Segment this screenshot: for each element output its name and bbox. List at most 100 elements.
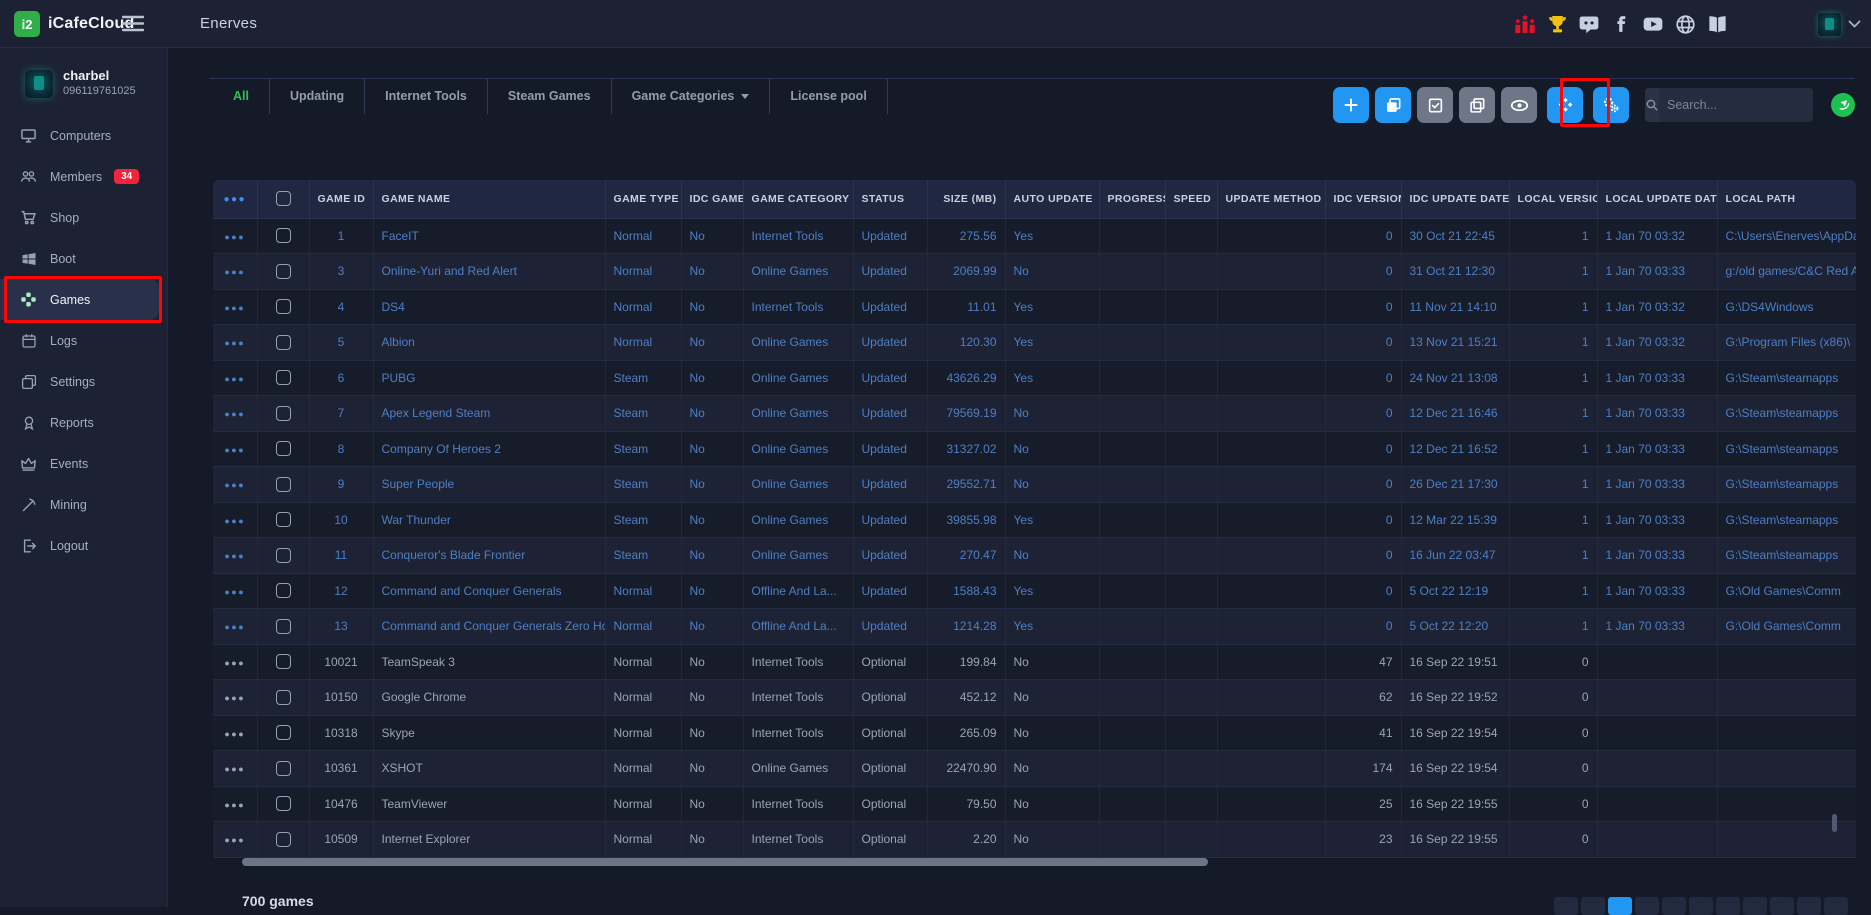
pagination-page[interactable] bbox=[1635, 897, 1659, 915]
table-row[interactable]: ●●●10War ThunderSteamNoOnline GamesUpdat… bbox=[213, 502, 1856, 538]
row-checkbox[interactable] bbox=[276, 832, 291, 847]
pagination-page[interactable] bbox=[1581, 897, 1605, 915]
row-checkbox[interactable] bbox=[276, 264, 291, 279]
column-header-progress[interactable]: PROGRESS bbox=[1099, 180, 1165, 218]
tab-internet-tools[interactable]: Internet Tools bbox=[365, 79, 488, 114]
sidebar-item-logs[interactable]: Logs bbox=[0, 320, 159, 361]
table-row[interactable]: ●●●10318SkypeNormalNoInternet ToolsOptio… bbox=[213, 715, 1856, 751]
pagination-page[interactable] bbox=[1689, 897, 1713, 915]
table-row[interactable]: ●●●10150Google ChromeNormalNoInternet To… bbox=[213, 680, 1856, 716]
row-actions-menu[interactable]: ●●● bbox=[213, 325, 257, 361]
select-all-checkbox[interactable] bbox=[276, 191, 291, 206]
trophy-icon[interactable] bbox=[1546, 13, 1568, 35]
row-checkbox[interactable] bbox=[276, 335, 291, 350]
cell-game_name[interactable]: Online-Yuri and Red Alert bbox=[373, 254, 605, 290]
row-actions-menu[interactable]: ●●● bbox=[213, 715, 257, 751]
tab-updating[interactable]: Updating bbox=[270, 79, 365, 114]
table-row[interactable]: ●●●3Online-Yuri and Red AlertNormalNoOnl… bbox=[213, 254, 1856, 290]
tab-license-pool[interactable]: License pool bbox=[770, 79, 887, 114]
guide-book-icon[interactable] bbox=[1706, 13, 1728, 35]
youtube-icon[interactable] bbox=[1642, 13, 1664, 35]
pagination-page[interactable] bbox=[1554, 897, 1578, 915]
sidebar-item-settings[interactable]: Settings bbox=[0, 361, 159, 402]
pagination-page[interactable] bbox=[1770, 897, 1794, 915]
tab-all[interactable]: All bbox=[213, 79, 270, 114]
column-header-auto_update[interactable]: AUTO UPDATE bbox=[1005, 180, 1099, 218]
vertical-scrollbar[interactable] bbox=[1832, 814, 1837, 832]
header-actions[interactable]: ●●● bbox=[213, 180, 257, 218]
row-actions-menu[interactable]: ●●● bbox=[213, 786, 257, 822]
column-header-local_update_date[interactable]: LOCAL UPDATE DATE bbox=[1597, 180, 1717, 218]
column-header-local_version[interactable]: LOCAL VERSION bbox=[1509, 180, 1597, 218]
column-header-idc_update_date[interactable]: IDC UPDATE DATE bbox=[1401, 180, 1509, 218]
table-row[interactable]: ●●●5AlbionNormalNoOnline GamesUpdated120… bbox=[213, 325, 1856, 361]
cell-game_name[interactable]: Albion bbox=[373, 325, 605, 361]
row-actions-menu[interactable]: ●●● bbox=[213, 360, 257, 396]
cell-game_name[interactable]: Super People bbox=[373, 467, 605, 503]
menu-toggle-icon[interactable] bbox=[122, 15, 144, 32]
facebook-icon[interactable] bbox=[1610, 13, 1632, 35]
search-input[interactable] bbox=[1659, 98, 1836, 112]
column-header-game_name[interactable]: GAME NAME bbox=[373, 180, 605, 218]
add-button[interactable] bbox=[1333, 87, 1369, 123]
sidebar-item-boot[interactable]: Boot bbox=[0, 238, 159, 279]
row-checkbox[interactable] bbox=[276, 441, 291, 456]
row-checkbox[interactable] bbox=[276, 761, 291, 776]
row-actions-menu[interactable]: ●●● bbox=[213, 822, 257, 858]
sidebar-item-logout[interactable]: Logout bbox=[0, 525, 159, 566]
table-row[interactable]: ●●●6PUBGSteamNoOnline GamesUpdated43626.… bbox=[213, 360, 1856, 396]
column-header-game_id[interactable]: GAME ID bbox=[309, 180, 373, 218]
duplicate-button[interactable] bbox=[1459, 87, 1495, 123]
pagination-page[interactable] bbox=[1824, 897, 1848, 915]
row-checkbox[interactable] bbox=[276, 725, 291, 740]
row-actions-menu[interactable]: ●●● bbox=[213, 396, 257, 432]
cell-game_name[interactable]: Command and Conquer Generals bbox=[373, 573, 605, 609]
copy-button[interactable] bbox=[1375, 87, 1411, 123]
tab-steam-games[interactable]: Steam Games bbox=[488, 79, 612, 114]
row-actions-menu[interactable]: ●●● bbox=[213, 538, 257, 574]
sidebar-item-computers[interactable]: Computers bbox=[0, 115, 159, 156]
sidebar-item-members[interactable]: Members 34 bbox=[0, 156, 159, 197]
row-checkbox[interactable] bbox=[276, 796, 291, 811]
tab-game-categories[interactable]: Game Categories bbox=[612, 79, 771, 114]
table-row[interactable]: ●●●10509Internet ExplorerNormalNoInterne… bbox=[213, 822, 1856, 858]
row-actions-menu[interactable]: ●●● bbox=[213, 680, 257, 716]
table-row[interactable]: ●●●7Apex Legend SteamSteamNoOnline Games… bbox=[213, 396, 1856, 432]
row-actions-menu[interactable]: ●●● bbox=[213, 644, 257, 680]
sidebar-item-events[interactable]: Events bbox=[0, 443, 159, 484]
row-actions-menu[interactable]: ●●● bbox=[213, 751, 257, 787]
row-checkbox[interactable] bbox=[276, 477, 291, 492]
cell-game_name[interactable]: PUBG bbox=[373, 360, 605, 396]
row-actions-menu[interactable]: ●●● bbox=[213, 254, 257, 290]
visibility-button[interactable] bbox=[1501, 87, 1537, 123]
row-checkbox[interactable] bbox=[276, 548, 291, 563]
cell-game_name[interactable]: Command and Conquer Generals Zero Hour bbox=[373, 609, 605, 645]
table-row[interactable]: ●●●12Command and Conquer GeneralsNormalN… bbox=[213, 573, 1856, 609]
table-row[interactable]: ●●●13Command and Conquer Generals Zero H… bbox=[213, 609, 1856, 645]
table-row[interactable]: ●●●8Company Of Heroes 2SteamNoOnline Gam… bbox=[213, 431, 1856, 467]
region-icon[interactable] bbox=[1831, 93, 1855, 117]
pagination-page[interactable] bbox=[1662, 897, 1686, 915]
row-actions-menu[interactable]: ●●● bbox=[213, 467, 257, 503]
pagination-page[interactable] bbox=[1716, 897, 1740, 915]
table-row[interactable]: ●●●10476TeamViewerNormalNoInternet Tools… bbox=[213, 786, 1856, 822]
column-header-status[interactable]: STATUS bbox=[853, 180, 927, 218]
row-checkbox[interactable] bbox=[276, 370, 291, 385]
sidebar-item-mining[interactable]: Mining bbox=[0, 484, 159, 525]
sidebar-item-shop[interactable]: Shop bbox=[0, 197, 159, 238]
column-header-idc_game[interactable]: IDC GAME bbox=[681, 180, 743, 218]
table-row[interactable]: ●●●1FaceITNormalNoInternet ToolsUpdated2… bbox=[213, 218, 1856, 254]
column-header-speed[interactable]: SPEED bbox=[1165, 180, 1217, 218]
batch-check-button[interactable] bbox=[1417, 87, 1453, 123]
cell-game_name[interactable]: War Thunder bbox=[373, 502, 605, 538]
game-diamond-button[interactable] bbox=[1547, 87, 1583, 123]
row-actions-menu[interactable]: ●●● bbox=[213, 289, 257, 325]
sidebar-item-reports[interactable]: Reports bbox=[0, 402, 159, 443]
table-row[interactable]: ●●●9Super PeopleSteamNoOnline GamesUpdat… bbox=[213, 467, 1856, 503]
cell-game_name[interactable]: Skype bbox=[373, 715, 605, 751]
game-gears-button[interactable] bbox=[1593, 87, 1629, 123]
row-checkbox[interactable] bbox=[276, 619, 291, 634]
pagination-page[interactable] bbox=[1743, 897, 1767, 915]
pagination-page[interactable] bbox=[1608, 897, 1632, 915]
row-actions-menu[interactable]: ●●● bbox=[213, 218, 257, 254]
